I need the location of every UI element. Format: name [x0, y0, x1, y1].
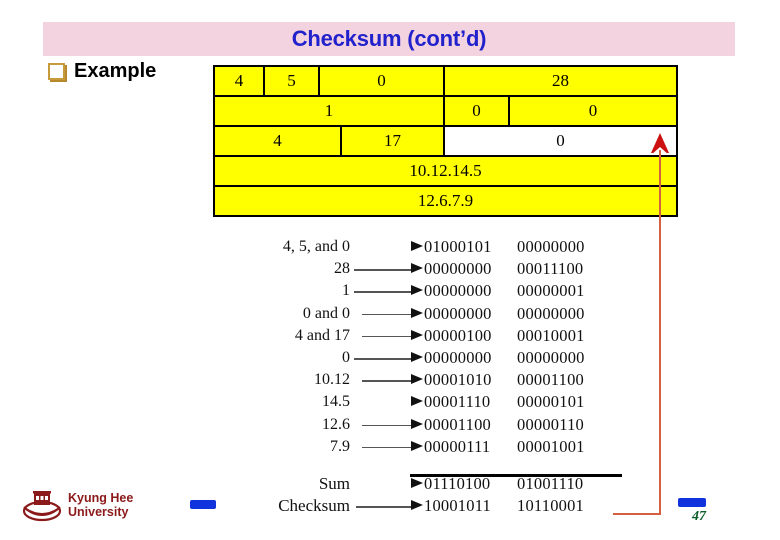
ip-field-cell: 10.12.14.5: [215, 157, 676, 185]
ip-field-cell: 28: [443, 67, 676, 95]
ip-field-cell: 17: [340, 127, 443, 155]
logo-line-2: University: [68, 505, 129, 519]
binary-value-low-byte: 00010001: [517, 325, 585, 345]
binary-value-low-byte: 00000110: [517, 414, 584, 434]
calculation-arrow-icon: [350, 436, 424, 458]
binary-value-high-byte: 00000000: [424, 259, 492, 279]
row-source-address: 10.12.14.5: [215, 157, 676, 187]
calculation-label: 4, 5, and 0: [282, 238, 350, 256]
calculation-label: 14.5: [322, 393, 350, 411]
binary-value-high-byte: 00001110: [424, 392, 491, 412]
page-number: 47: [692, 509, 706, 524]
binary-value-low-byte: 10110001: [517, 496, 584, 516]
calculation-row: 4 and 17 00000100 00010001: [232, 325, 632, 347]
ip-field-cell: 0: [443, 97, 508, 125]
calculation-row: 28 00000000 00011100: [232, 258, 632, 280]
calculation-spacer: [232, 458, 632, 473]
calculation-arrow-icon: [350, 280, 424, 302]
calculation-label: Checksum: [278, 496, 350, 516]
calculation-label: 12.6: [322, 415, 350, 433]
calculation-arrow-icon: [350, 325, 424, 347]
calculation-arrow-icon: [350, 369, 424, 391]
binary-value-high-byte: 01000101: [424, 237, 492, 257]
calculation-label: 10.12: [314, 371, 350, 389]
binary-value-high-byte: 00001100: [424, 414, 491, 434]
calculation-label: 0 and 0: [302, 304, 350, 322]
binary-value-high-byte: 00000111: [424, 436, 491, 456]
row-identification-flags-fragmentoffset: 100: [215, 97, 676, 127]
ip-field-cell: 0: [508, 97, 676, 125]
binary-value-low-byte: 00000000: [517, 303, 585, 323]
university-logo: Kyung Hee University: [22, 485, 133, 525]
ip-field-cell: 4: [215, 127, 340, 155]
binary-value-low-byte: 00000000: [517, 348, 585, 368]
calculation-row: 1 00000000 00000001: [232, 280, 632, 302]
binary-value-low-byte: 00000000: [517, 237, 585, 257]
calculation-row: 10.12 00001010 00001100: [232, 369, 632, 391]
row-ttl-protocol-checksum: 4 17 0: [215, 127, 676, 157]
binary-value-high-byte: 00000100: [424, 325, 492, 345]
calculation-arrow-icon: [350, 303, 424, 325]
calculation-arrow-icon: [350, 258, 424, 280]
row-version-hlen-service-totallength: 4 5 0 28: [215, 67, 676, 97]
ip-field-cell: 1: [215, 97, 443, 125]
accent-dash-left: [190, 500, 216, 509]
calculation-row: 12.6 00001100 00000110: [232, 414, 632, 436]
accent-dash-right: [678, 498, 706, 507]
ip-field-cell: 5: [263, 67, 318, 95]
calculation-row: 0 and 0 00000000 00000000: [232, 303, 632, 325]
bullet-example: Example: [48, 60, 156, 83]
calculation-label: Sum: [318, 473, 350, 493]
calculation-label: 7.9: [330, 437, 350, 455]
sum-divider-rule: [410, 474, 622, 477]
logo-line-1: Kyung Hee: [68, 491, 134, 505]
calculation-arrow-icon: [350, 391, 424, 413]
binary-value-low-byte: 00001100: [517, 370, 584, 390]
binary-value-high-byte: 10001011: [424, 496, 491, 516]
calculation-arrow-icon: [350, 495, 424, 517]
calculation-row: 0 00000000 00000000: [232, 347, 632, 369]
ip-field-cell: 0: [443, 127, 676, 155]
binary-value-low-byte: 00001001: [517, 436, 585, 456]
binary-value-low-byte: 00000001: [517, 281, 585, 301]
university-name: Kyung Hee University: [68, 491, 133, 519]
binary-value-high-byte: 00000000: [424, 348, 492, 368]
calculation-row: 7.9 00000111 00001001: [232, 436, 632, 458]
ip-field-cell: 4: [215, 67, 263, 95]
binary-value-high-byte: 00000000: [424, 303, 492, 323]
binary-value-high-byte: 00000000: [424, 281, 492, 301]
bullet-square-icon: [48, 63, 65, 80]
calculation-arrow-icon: [350, 414, 424, 436]
binary-value-low-byte: 00011100: [517, 259, 584, 279]
calculation-label: 4 and 17: [294, 326, 350, 344]
slide-canvas: Checksum (cont’d) Example 4 5 0 28 1 0 0 4 17 0 10…: [0, 0, 780, 540]
calculation-row: 4, 5, and 0 01000101 00000000: [232, 236, 632, 258]
page-title: Checksum (cont’d): [291, 26, 487, 51]
binary-value-low-byte: 00000101: [517, 392, 585, 412]
calculation-label: 28: [334, 260, 350, 278]
ip-field-cell: 0: [318, 67, 443, 95]
calculation-label: 0: [342, 349, 350, 367]
calculation-arrow-icon: [350, 236, 424, 258]
ip-header-table: 4 5 0 28 1 0 0 4 17 0 10.12.14.5 12.6.7.9: [213, 65, 678, 217]
calculation-label: 1: [342, 282, 350, 300]
calculation-result-row: Checksum 10001011 10110001: [232, 495, 632, 517]
bullet-label: Example: [74, 60, 157, 82]
connector-vertical-line: [659, 150, 661, 515]
calculation-arrow-icon: [350, 347, 424, 369]
row-destination-address: 12.6.7.9: [215, 187, 676, 217]
calculation-row: 14.5 00001110 00000101: [232, 391, 632, 413]
binary-value-high-byte: 00001010: [424, 370, 492, 390]
ip-field-cell: 12.6.7.9: [215, 187, 676, 215]
crest-icon: [22, 485, 62, 525]
